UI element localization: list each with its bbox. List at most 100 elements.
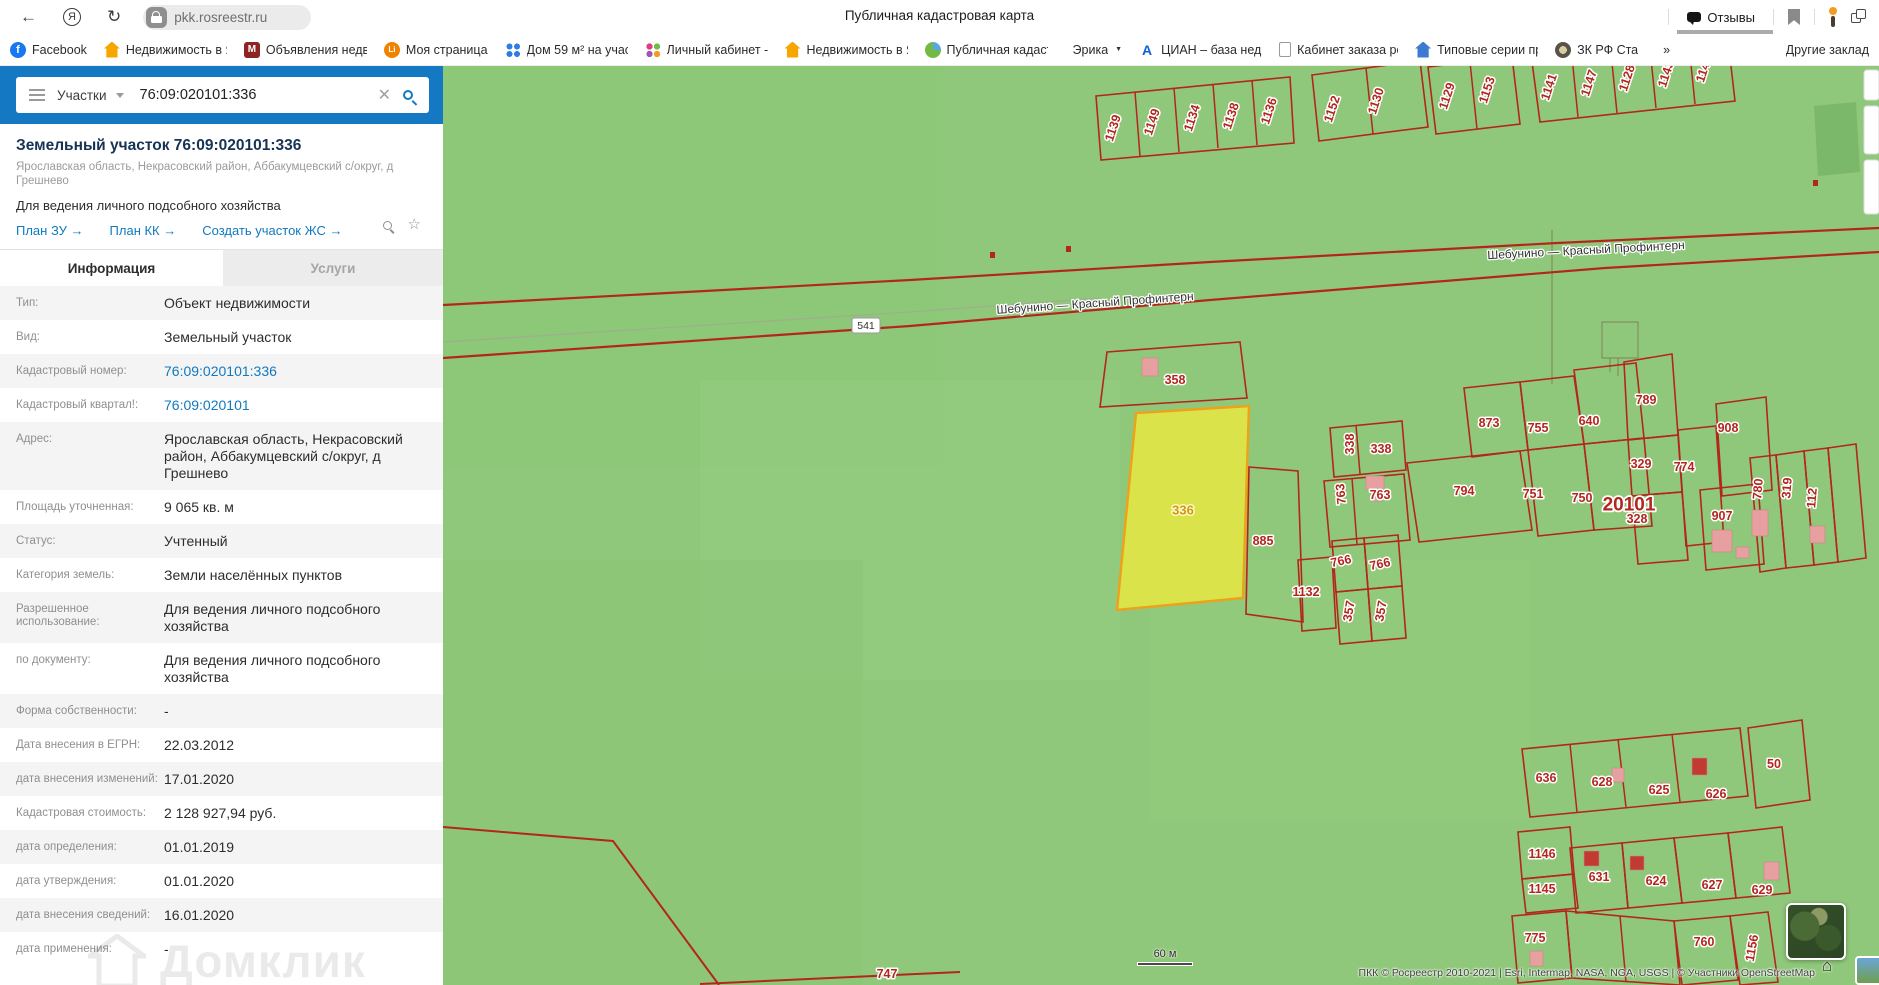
parcel-label: 755 [1528,421,1549,435]
bookmark-label: Публичная кадаст [946,42,1048,57]
info-value: 22.03.2012 [164,737,235,753]
search-icon[interactable] [403,90,413,100]
search-category[interactable]: Участки [57,88,107,103]
info-label: Кадастровый номер: [16,365,127,377]
building [1583,850,1600,867]
back-button[interactable]: ← [20,7,37,27]
parcel-label: 885 [1253,534,1274,548]
bookmark-item[interactable]: Li Моя страница [383,41,488,58]
bookmark-item[interactable]: М Объявления недв [243,41,367,58]
edge-parcel [1863,159,1879,215]
parcel-label: 319 [1779,477,1795,499]
parcel-label: 907 [1712,509,1733,523]
yandex-browser-icon[interactable]: Я [63,8,81,26]
info-row: Дата внесения в ЕГРН: 22.03.2012 [0,728,443,762]
info-value: 2 128 927,94 руб. [164,805,277,821]
bookmark-item[interactable]: Недвижимость в Я [784,41,908,58]
bookmark-item[interactable]: Кабинет заказа ре [1279,42,1398,57]
info-table: Тип: Объект недвижимости Вид: Земельный уча… [0,286,443,966]
other-bookmarks-button[interactable]: Другие заклад [1786,43,1869,57]
building [1763,861,1780,881]
info-label: Кадастровый квартал!: [16,399,139,411]
info-value: 16.01.2020 [164,907,235,923]
li-orange-icon: Li [383,41,400,58]
info-label: Статус: [16,535,56,547]
info-label: дата применения: [16,943,112,955]
bookmark-label: Дом 59 м² на учас [526,42,628,57]
chevron-down-icon[interactable] [115,92,124,98]
info-label: Вид: [16,331,40,343]
parcel-label: 1132 [1292,585,1319,599]
info-label: дата внесения изменений: [16,773,158,785]
info-label: Дата внесения в ЕГРН: [16,739,141,751]
info-label: Разрешенное использование: [16,603,100,628]
info-row: Вид: Земельный участок [0,320,443,354]
bookmark-item[interactable]: Дом 59 м² на учас [504,41,628,58]
star-icon[interactable]: ☆ [408,217,421,232]
speech-bubble-icon [1687,12,1702,25]
caret-down-icon: ▼ [1115,46,1123,53]
info-label: Форма собственности: [16,705,137,717]
bookmark-item[interactable]: А ЦИАН – база недв [1139,42,1262,58]
plan-search-icon[interactable] [382,220,392,230]
plan-link[interactable]: План ЗУ → [16,223,84,238]
cadastral-link[interactable]: 76:09:020101 [164,397,250,413]
bookmark-item[interactable]: Типовые серии пр [1415,41,1539,58]
url-bar[interactable]: pkk.rosreestr.ru [143,4,312,30]
parcel-label: 624 [1646,874,1667,888]
map[interactable]: 541 1139 1149 1134 1138 1136 1152 1130 1129 1153 1… [443,66,1879,985]
bookmark-item[interactable]: Публичная кадаст [924,41,1048,58]
bookmark-item[interactable]: ЗК РФ Ста [1555,41,1638,58]
basemap-thumbnail[interactable] [1786,903,1846,960]
bookmark-flag-icon[interactable] [1788,9,1800,25]
bookmark-item[interactable]: Эрика ▼ [1065,42,1123,58]
bookmark-item[interactable]: » [1655,42,1670,58]
info-panel: Участки ✕ Земельный участок 76:09:020101… [0,66,443,985]
info-value: 76:09:020101 [158,397,427,414]
search-input[interactable] [139,87,378,103]
bookmark-item[interactable]: Недвижимость в Я [103,41,227,58]
info-row: Форма собственности: - [0,694,443,728]
dots-color-icon [644,41,661,58]
corner-widget[interactable] [1855,956,1879,985]
plan-link[interactable]: Создать участок ЖС → [202,223,342,238]
info-value: Учтенный [164,533,228,549]
parcel-label: 1146 [1528,847,1555,861]
reviews-button[interactable]: Отзывы [1677,0,1774,34]
facebook-icon: f [10,41,26,58]
info-value: Ярославская область, Некрасовский район,… [164,431,403,481]
info-row: по документу: Для ведения личного подсобн… [0,643,443,694]
plan-link[interactable]: План КК → [110,223,177,238]
info-row: Кадастровый номер: 76:09:020101:336 [0,354,443,388]
protect-icon[interactable] [1829,7,1837,27]
collections-icon[interactable] [1851,9,1867,25]
divider [1814,9,1815,25]
parcel-label: 1145 [1528,882,1555,896]
tab-information[interactable]: Информация [0,250,223,286]
tab-services[interactable]: Услуги [223,250,443,286]
scale-line [1137,962,1193,966]
house-orange-icon [103,41,120,58]
parcel-address: Ярославская область, Некрасовский район,… [16,161,394,187]
small-object [1066,246,1071,252]
search-box[interactable]: Участки ✕ [16,77,429,113]
parcel-label: 338 [1343,434,1357,455]
parcel-label: 794 [1454,484,1475,498]
parcel-label: 873 [1479,416,1500,430]
bookmark-item[interactable]: Личный кабинет - [644,41,768,58]
cadastral-link[interactable]: 76:09:020101:336 [164,363,277,379]
menu-icon[interactable] [29,89,45,101]
lock-icon[interactable] [146,6,168,28]
clear-icon[interactable]: ✕ [378,85,391,105]
parcel-label: 747 [877,967,898,981]
bookmark-label: » [1663,42,1671,57]
info-value: 76:09:020101:336 [158,363,427,380]
bookmark-item[interactable]: f Facebook [10,41,87,58]
info-value: Для ведения личного подсобного хозяйства [164,601,381,634]
parcel-label: 358 [1165,373,1186,387]
reload-button[interactable]: ↻ [107,7,121,27]
bookmark-label: Типовые серии пр [1437,42,1539,57]
map-canvas[interactable]: 5411139 1149 1134 1138 1136 1152 1130 1129 1153 1… [443,66,1879,985]
parcel-label: 763 [1333,483,1349,505]
parcel-label: 629 [1752,883,1773,897]
